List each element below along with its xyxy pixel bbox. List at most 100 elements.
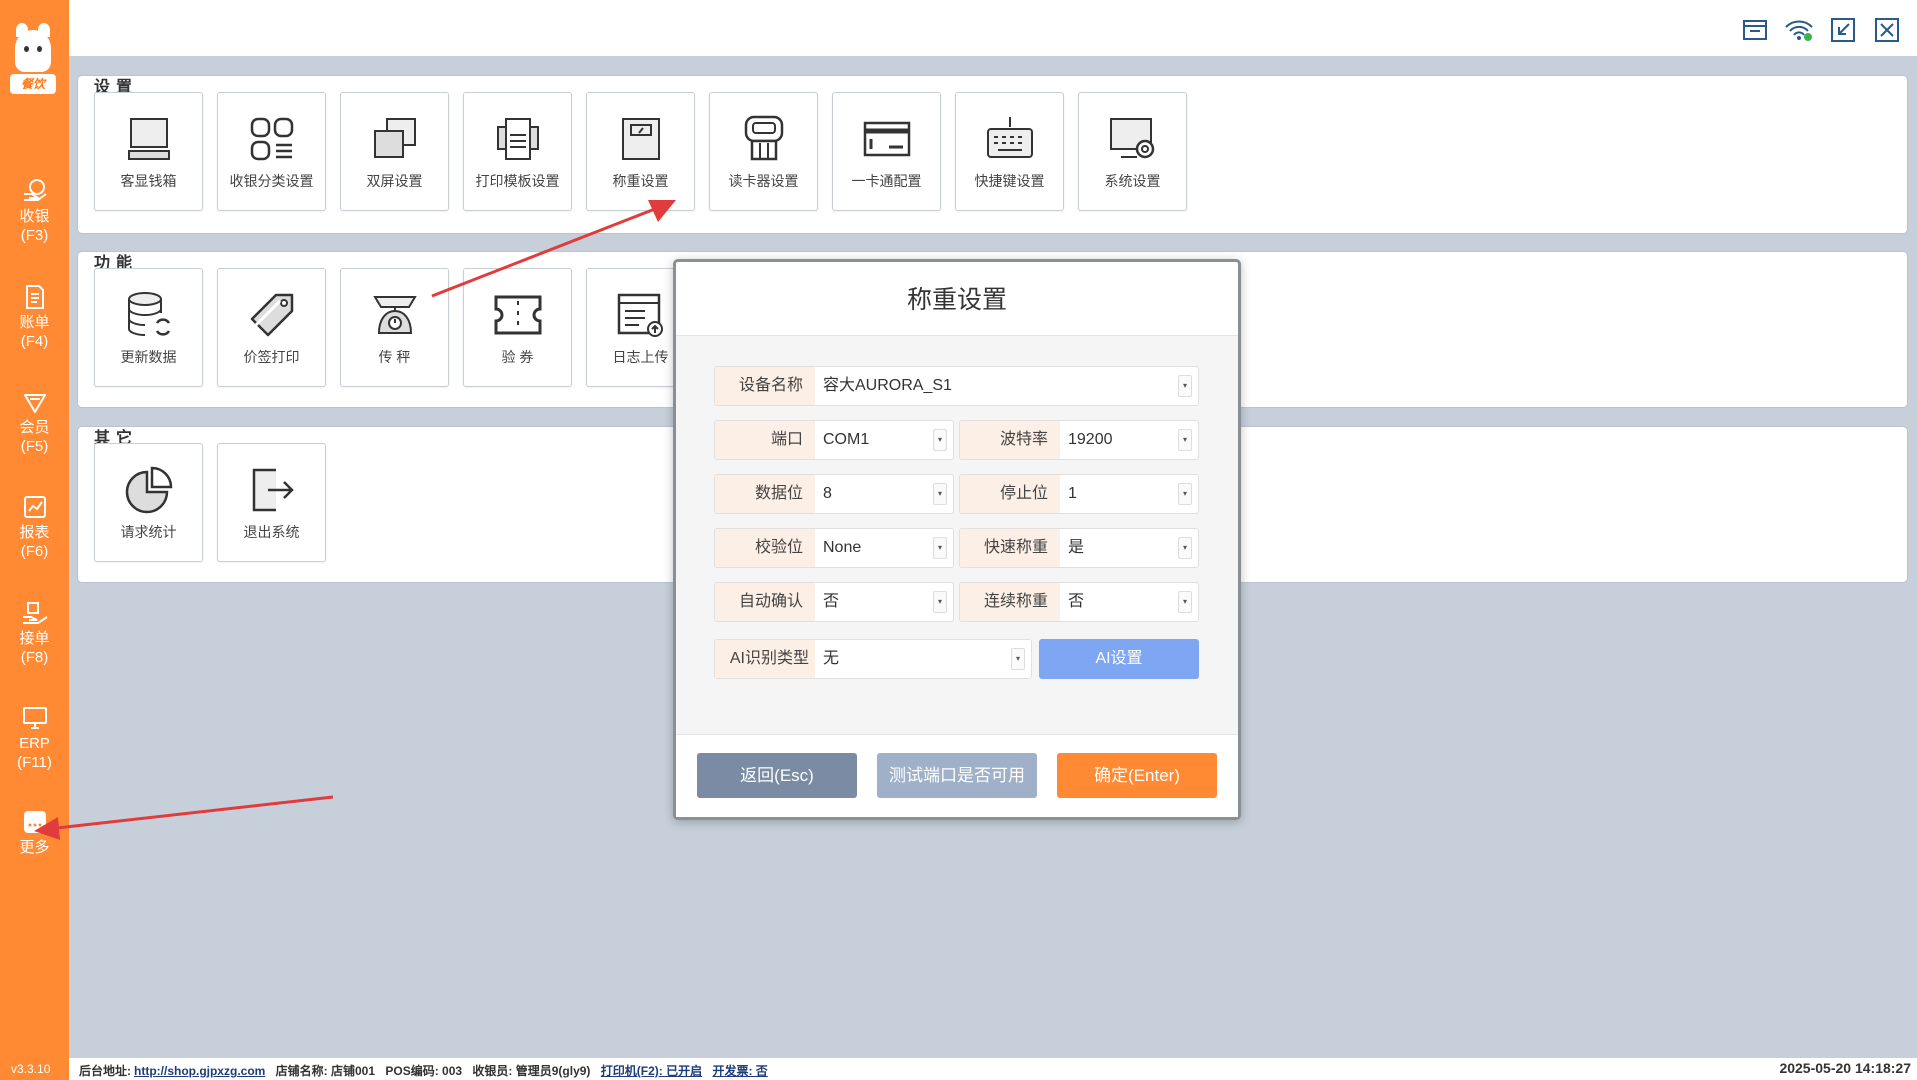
tile-shortcut-settings[interactable]: 快捷键设置 bbox=[955, 92, 1064, 211]
tile-verify-coupon[interactable]: 验 券 bbox=[463, 268, 572, 387]
database-sync-icon bbox=[127, 292, 170, 336]
close-button[interactable] bbox=[1871, 14, 1903, 46]
tile-card-reader[interactable]: 读卡器设置 bbox=[709, 92, 818, 211]
field-value: 容大AURORA_S1 bbox=[823, 377, 952, 394]
tile-label: 收银分类设置 bbox=[229, 173, 314, 189]
quick-weigh-field[interactable]: 快速称重 是 ▾ bbox=[959, 528, 1199, 568]
sidebar-item-key: (F11) bbox=[17, 754, 52, 771]
cashier-icon bbox=[23, 179, 47, 201]
stop-bits-select[interactable]: 1 ▾ bbox=[1060, 475, 1198, 513]
card-reader-icon bbox=[744, 115, 783, 161]
ai-type-select[interactable]: 无 ▾ bbox=[815, 640, 1031, 678]
tile-label: 传 秤 bbox=[378, 349, 411, 365]
sidebar-item-label: 收银 bbox=[19, 208, 50, 225]
store-name: 店铺名称: 店铺001 bbox=[275, 1064, 376, 1078]
tile-label: 更新数据 bbox=[120, 349, 177, 365]
wifi-button[interactable] bbox=[1783, 14, 1815, 46]
confirm-button[interactable]: 确定(Enter) bbox=[1057, 753, 1217, 798]
tile-onecard-config[interactable]: 一卡通配置 bbox=[832, 92, 941, 211]
parity-select[interactable]: None ▾ bbox=[815, 529, 953, 567]
price-tag-icon bbox=[250, 293, 293, 337]
parity-field[interactable]: 校验位 None ▾ bbox=[714, 528, 954, 568]
stop-bits-field[interactable]: 停止位 1 ▾ bbox=[959, 474, 1199, 514]
continuous-weigh-select[interactable]: 否 ▾ bbox=[1060, 583, 1198, 621]
dropdown-arrow-icon[interactable]: ▾ bbox=[933, 429, 947, 451]
field-value: 否 bbox=[823, 593, 840, 610]
dropdown-arrow-icon[interactable]: ▾ bbox=[1178, 429, 1192, 451]
dual-screen-icon bbox=[373, 118, 416, 158]
tile-customer-display[interactable]: 客显钱箱 bbox=[94, 92, 203, 211]
ai-type-field[interactable]: AI识别类型 无 ▾ bbox=[714, 639, 1032, 679]
backend-url-link[interactable]: http://shop.gjpxzg.com bbox=[134, 1064, 265, 1078]
printer-icon bbox=[496, 118, 539, 160]
dropdown-arrow-icon[interactable]: ▾ bbox=[933, 591, 947, 613]
sidebar-item-member[interactable]: 会员 (F5) bbox=[0, 389, 69, 456]
tile-label: 一卡通配置 bbox=[851, 173, 922, 189]
device-name-field[interactable]: 设备名称 容大AURORA_S1 ▾ bbox=[714, 366, 1199, 406]
arrow-to-more bbox=[34, 795, 334, 840]
sidebar-item-report[interactable]: 报表 (F6) bbox=[0, 494, 69, 561]
backend-label: 后台地址: bbox=[79, 1064, 131, 1078]
data-bits-select[interactable]: 8 ▾ bbox=[815, 475, 953, 513]
minimize-button[interactable] bbox=[1827, 14, 1859, 46]
sidebar-item-order[interactable]: 接单 (F8) bbox=[0, 600, 69, 667]
window-controls bbox=[1739, 14, 1903, 46]
sidebar-item-label: 会员 bbox=[19, 419, 50, 436]
tile-transfer-scale[interactable]: 传 秤 bbox=[340, 268, 449, 387]
dialog-body: 设备名称 容大AURORA_S1 ▾ 端口 COM1 ▾ 波特率 19200 ▾ 数据… bbox=[676, 336, 1238, 740]
dropdown-arrow-icon[interactable]: ▾ bbox=[1178, 483, 1192, 505]
status-bar: 后台地址: http://shop.gjpxzg.com 店铺名称: 店铺001 … bbox=[69, 1058, 1917, 1080]
window-button[interactable] bbox=[1739, 14, 1771, 46]
tile-label: 快捷键设置 bbox=[974, 173, 1045, 189]
top-bar bbox=[69, 0, 1917, 56]
dropdown-arrow-icon[interactable]: ▾ bbox=[1011, 648, 1025, 670]
field-value: 是 bbox=[1068, 539, 1085, 556]
port-select[interactable]: COM1 ▾ bbox=[815, 421, 953, 459]
quick-weigh-select[interactable]: 是 ▾ bbox=[1060, 529, 1198, 567]
data-bits-field[interactable]: 数据位 8 ▾ bbox=[714, 474, 954, 514]
field-value: None bbox=[823, 539, 862, 556]
auto-confirm-select[interactable]: 否 ▾ bbox=[815, 583, 953, 621]
field-label: 快速称重 bbox=[960, 529, 1060, 567]
sidebar-item-more[interactable]: 更多 bbox=[0, 809, 69, 857]
settings-panel: 设置 客显钱箱 收银分类设置 双屏设置 打印模板设置 称重设置 读卡器设置 一卡… bbox=[77, 75, 1908, 234]
tile-system-settings[interactable]: 系统设置 bbox=[1078, 92, 1187, 211]
wifi-icon bbox=[1785, 20, 1813, 41]
tile-update-data[interactable]: 更新数据 bbox=[94, 268, 203, 387]
app-version: v3.3.10 bbox=[11, 1062, 51, 1076]
tile-weighing-settings[interactable]: 称重设置 bbox=[586, 92, 695, 211]
dropdown-arrow-icon[interactable]: ▾ bbox=[933, 537, 947, 559]
tile-price-tag-print[interactable]: 价签打印 bbox=[217, 268, 326, 387]
continuous-weigh-field[interactable]: 连续称重 否 ▾ bbox=[959, 582, 1199, 622]
tile-request-stats[interactable]: 请求统计 bbox=[94, 443, 203, 562]
printer-status-link[interactable]: 打印机(F2): 已开启 bbox=[601, 1064, 702, 1078]
invoice-status-link[interactable]: 开发票: 否 bbox=[712, 1064, 767, 1078]
port-field[interactable]: 端口 COM1 ▾ bbox=[714, 420, 954, 460]
field-label: 校验位 bbox=[715, 529, 815, 567]
baud-field[interactable]: 波特率 19200 ▾ bbox=[959, 420, 1199, 460]
dropdown-arrow-icon[interactable]: ▾ bbox=[1178, 537, 1192, 559]
tile-exit-system[interactable]: 退出系统 bbox=[217, 443, 326, 562]
sidebar-item-cashier[interactable]: 收银 (F3) bbox=[0, 178, 69, 245]
tile-print-template[interactable]: 打印模板设置 bbox=[463, 92, 572, 211]
erp-icon bbox=[22, 707, 47, 729]
sidebar-item-key: (F6) bbox=[20, 543, 49, 560]
dropdown-arrow-icon[interactable]: ▾ bbox=[1178, 375, 1192, 397]
device-name-select[interactable]: 容大AURORA_S1 ▾ bbox=[815, 367, 1198, 405]
auto-confirm-field[interactable]: 自动确认 否 ▾ bbox=[714, 582, 954, 622]
field-label: 波特率 bbox=[960, 421, 1060, 459]
close-icon bbox=[1875, 18, 1899, 42]
back-button[interactable]: 返回(Esc) bbox=[697, 753, 857, 798]
sidebar-item-label: ERP bbox=[19, 735, 50, 752]
ai-settings-button[interactable]: AI设置 bbox=[1039, 639, 1199, 679]
sidebar-item-bill[interactable]: 账单 (F4) bbox=[0, 284, 69, 351]
dropdown-arrow-icon[interactable]: ▾ bbox=[1178, 591, 1192, 613]
field-value: 无 bbox=[823, 650, 840, 667]
dropdown-arrow-icon[interactable]: ▾ bbox=[933, 483, 947, 505]
tile-label: 价签打印 bbox=[243, 349, 300, 365]
sidebar-item-erp[interactable]: ERP (F11) bbox=[0, 705, 69, 772]
tile-cashier-category[interactable]: 收银分类设置 bbox=[217, 92, 326, 211]
baud-select[interactable]: 19200 ▾ bbox=[1060, 421, 1198, 459]
tile-dual-screen[interactable]: 双屏设置 bbox=[340, 92, 449, 211]
test-port-button[interactable]: 测试端口是否可用 bbox=[877, 753, 1037, 798]
